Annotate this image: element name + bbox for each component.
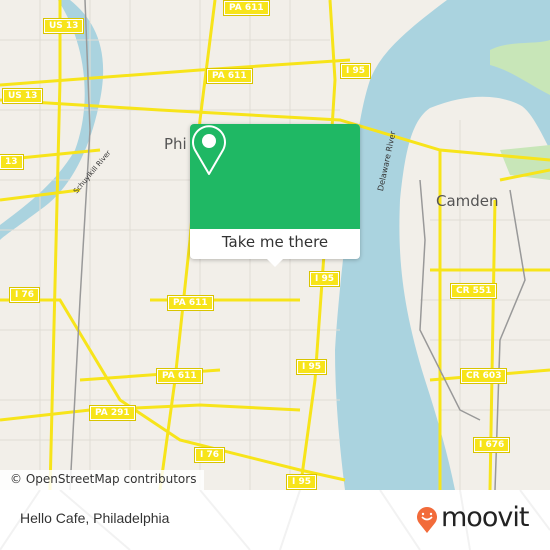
route-shield: 13 bbox=[0, 154, 24, 170]
destination-popup: Take me there bbox=[190, 124, 360, 267]
moovit-logo[interactable]: moovit bbox=[416, 502, 529, 538]
route-shield: I 676 bbox=[472, 437, 511, 453]
schuylkill-river bbox=[0, 0, 104, 240]
popup-header bbox=[190, 124, 360, 229]
city-label-camden: Camden bbox=[436, 192, 499, 210]
popup-pointer bbox=[267, 259, 283, 267]
route-shield: I 95 bbox=[308, 271, 341, 287]
brand-name: moovit bbox=[441, 502, 529, 533]
route-shield: CR 551 bbox=[449, 283, 498, 299]
map[interactable]: Phi Camden Delaware River Schuylkill Riv… bbox=[0, 0, 550, 490]
route-shield: PA 611 bbox=[223, 0, 270, 16]
route-shield: PA 611 bbox=[167, 295, 214, 311]
route-shield: US 13 bbox=[1, 88, 44, 104]
location-pin-icon bbox=[192, 125, 226, 175]
route-shield: PA 291 bbox=[89, 405, 136, 421]
route-shield: I 95 bbox=[295, 359, 328, 375]
city-label-philadelphia: Phi bbox=[164, 135, 187, 153]
route-shield: CR 603 bbox=[459, 368, 508, 384]
route-shield: US 13 bbox=[42, 18, 85, 34]
route-shield: I 76 bbox=[8, 287, 41, 303]
route-shield: I 95 bbox=[339, 63, 372, 79]
route-shield: I 95 bbox=[285, 474, 318, 490]
map-attribution[interactable]: © OpenStreetMap contributors bbox=[0, 470, 205, 490]
take-me-there-button[interactable]: Take me there bbox=[190, 229, 360, 259]
place-title: Hello Cafe, Philadelphia bbox=[20, 510, 170, 526]
route-shield: I 76 bbox=[193, 447, 226, 463]
moovit-pin-icon bbox=[417, 507, 437, 533]
route-shield: PA 611 bbox=[206, 68, 253, 84]
route-shield: PA 611 bbox=[156, 368, 203, 384]
